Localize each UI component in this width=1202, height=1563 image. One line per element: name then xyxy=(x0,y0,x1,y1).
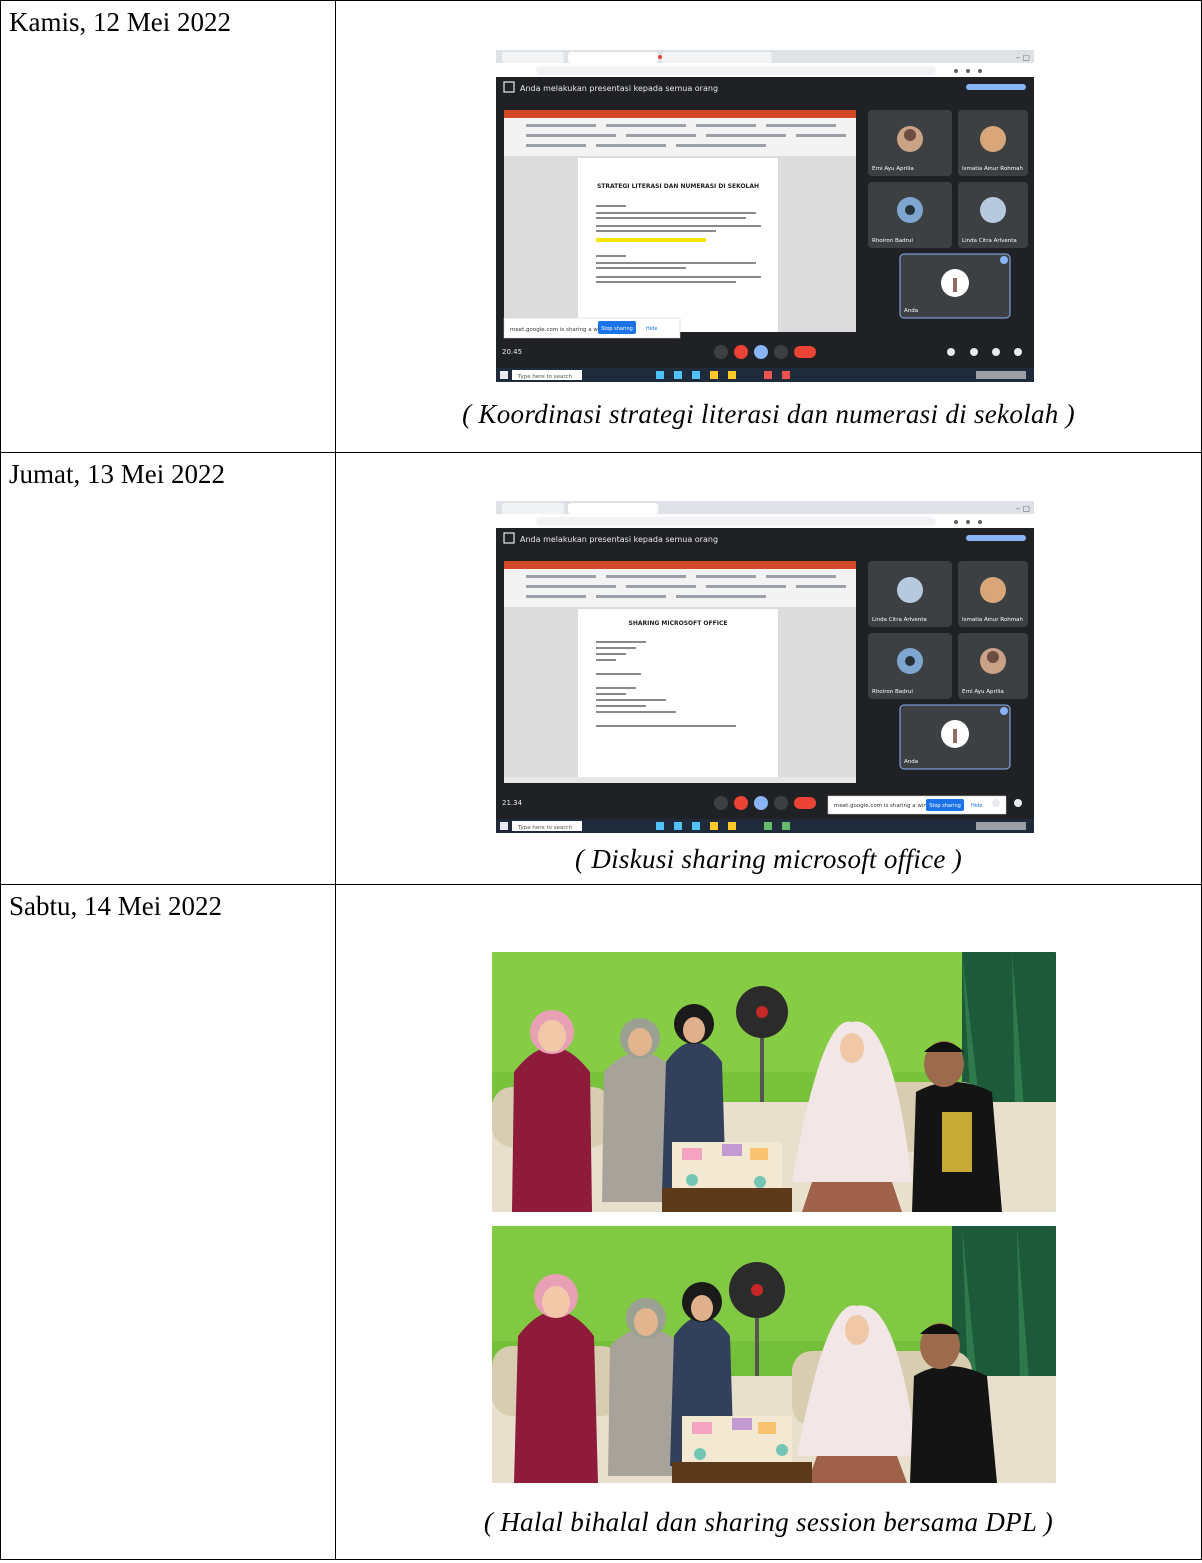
svg-text:– ▢ ×: – ▢ × xyxy=(1016,53,1034,62)
hide-button: Hide xyxy=(646,326,657,332)
participant-name: Anda xyxy=(904,308,918,314)
activity-caption: ( Diskusi sharing microsoft office ) xyxy=(574,844,963,874)
participant-name: Linda Citra Arlventa xyxy=(962,238,1017,244)
meeting-time: 21.34 xyxy=(502,799,523,807)
table-row: Kamis, 12 Mei 2022 – ▢ × Anda melakuka xyxy=(0,0,1202,453)
date-cell: Sabtu, 14 Mei 2022 xyxy=(0,884,336,1560)
meeting-time: 20.45 xyxy=(502,348,522,356)
participant-name: Rhoiron Badrul xyxy=(872,689,913,695)
svg-text:– ▢ ×: – ▢ × xyxy=(1016,504,1034,513)
group-photo-graphic xyxy=(492,1226,1056,1483)
present-banner: Anda melakukan presentasi kepada semua o… xyxy=(520,535,718,544)
meet-screenshot: – ▢ × Anda melakukan presentasi kepada s… xyxy=(496,50,1034,382)
meet-screenshot-graphic: – ▢ × Anda melakukan presentasi kepada s… xyxy=(496,50,1034,382)
stop-sharing-button: Stop sharing xyxy=(929,803,961,809)
stop-sharing-button: Stop sharing xyxy=(601,326,633,332)
meet-screenshot: – ▢ × Anda melakukan presentasi kepada s… xyxy=(496,501,1034,833)
activity-table: Kamis, 12 Mei 2022 – ▢ × Anda melakuka xyxy=(0,0,1202,1560)
sharing-notice: meet.google.com is sharing a window. xyxy=(834,803,940,809)
date-cell: Kamis, 12 Mei 2022 xyxy=(0,0,336,453)
participant-name: Linda Citra Arlventa xyxy=(872,617,927,623)
group-photo-graphic xyxy=(492,952,1056,1212)
table-row: Sabtu, 14 Mei 2022 (Halal bihalal dan s… xyxy=(0,884,1202,1560)
meet-screenshot-graphic: – ▢ × Anda melakukan presentasi kepada s… xyxy=(496,501,1034,833)
doc-title: SHARING MICROSOFT OFFICE xyxy=(629,620,728,627)
doc-title: STRATEGI LITERASI DAN NUMERASI DI SEKOLA… xyxy=(597,183,759,190)
content-cell: – ▢ × Anda melakukan presentasi kepada s… xyxy=(335,0,1202,453)
activity-caption: ( Koordinasi strategi literasi dan numer… xyxy=(462,399,1075,429)
content-cell: – ▢ × Anda melakukan presentasi kepada s… xyxy=(335,452,1202,885)
content-cell: ( Halal bihalal dan sharing session bers… xyxy=(335,884,1202,1560)
participant-name: Anda xyxy=(904,759,918,765)
group-photo xyxy=(492,1226,1056,1483)
hide-button: Hide xyxy=(971,803,982,809)
date-cell: Jumat, 13 Mei 2022 xyxy=(0,452,336,885)
participant-name: Erni Ayu Aprilia xyxy=(962,689,1004,695)
taskbar-search: Type here to search xyxy=(517,825,573,831)
taskbar-search: Type here to search xyxy=(517,374,573,380)
participant-name: Rhoiron Badrul xyxy=(872,238,913,244)
activity-caption: ( Halal bihalal dan sharing session bers… xyxy=(483,1507,1054,1537)
present-banner: Anda melakukan presentasi kepada semua o… xyxy=(520,84,718,93)
participant-name: Erni Ayu Aprilia xyxy=(872,166,914,172)
table-row: Jumat, 13 Mei 2022 – ▢ × Anda melakukan … xyxy=(0,452,1202,885)
participant-name: Ismatia Ainur Rohmah xyxy=(962,166,1023,172)
group-photo xyxy=(492,952,1056,1212)
participant-name: Ismatia Ainur Rohmah xyxy=(962,617,1023,623)
